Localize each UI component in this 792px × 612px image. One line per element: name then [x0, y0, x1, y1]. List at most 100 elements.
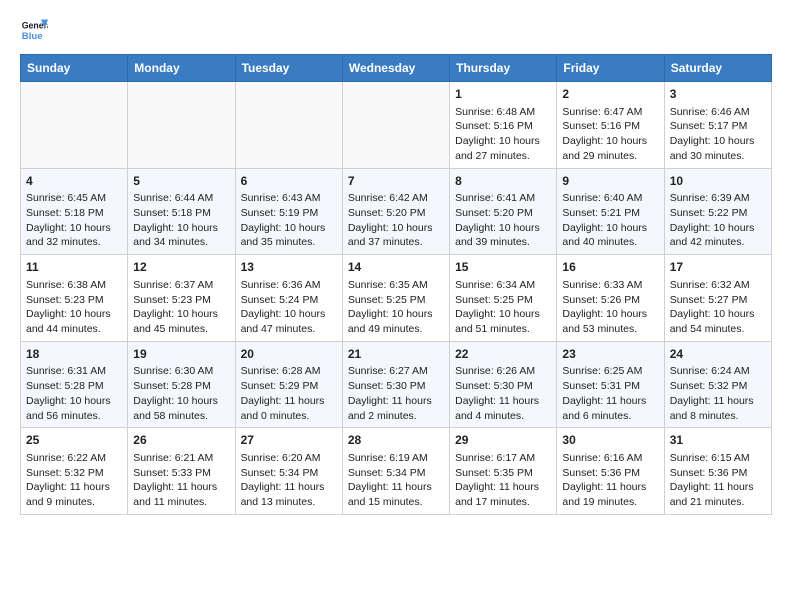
day-number: 18 [26, 346, 122, 363]
header-friday: Friday [557, 55, 664, 82]
day-info: Sunrise: 6:46 AM Sunset: 5:17 PM Dayligh… [670, 105, 766, 164]
day-info: Sunrise: 6:17 AM Sunset: 5:35 PM Dayligh… [455, 451, 551, 510]
calendar-cell: 30 Sunrise: 6:16 AM Sunset: 5:36 PM Dayli… [557, 428, 664, 515]
day-number: 17 [670, 259, 766, 276]
day-info: Sunrise: 6:27 AM Sunset: 5:30 PM Dayligh… [348, 364, 444, 423]
day-info: Sunrise: 6:32 AM Sunset: 5:27 PM Dayligh… [670, 278, 766, 337]
header-sunday: Sunday [21, 55, 128, 82]
calendar-cell [128, 82, 235, 169]
day-info: Sunrise: 6:30 AM Sunset: 5:28 PM Dayligh… [133, 364, 229, 423]
calendar-cell: 3 Sunrise: 6:46 AM Sunset: 5:17 PM Daylig… [664, 82, 771, 169]
day-number: 29 [455, 432, 551, 449]
day-info: Sunrise: 6:19 AM Sunset: 5:34 PM Dayligh… [348, 451, 444, 510]
calendar-week-row: 1 Sunrise: 6:48 AM Sunset: 5:16 PM Daylig… [21, 82, 772, 169]
header-wednesday: Wednesday [342, 55, 449, 82]
day-info: Sunrise: 6:43 AM Sunset: 5:19 PM Dayligh… [241, 191, 337, 250]
day-info: Sunrise: 6:34 AM Sunset: 5:25 PM Dayligh… [455, 278, 551, 337]
calendar-cell: 16 Sunrise: 6:33 AM Sunset: 5:26 PM Dayli… [557, 255, 664, 342]
day-info: Sunrise: 6:38 AM Sunset: 5:23 PM Dayligh… [26, 278, 122, 337]
calendar-cell: 28 Sunrise: 6:19 AM Sunset: 5:34 PM Dayli… [342, 428, 449, 515]
day-info: Sunrise: 6:36 AM Sunset: 5:24 PM Dayligh… [241, 278, 337, 337]
day-number: 9 [562, 173, 658, 190]
calendar-cell: 26Sunrise: 6:21 AM Sunset: 5:33 PM Dayli… [128, 428, 235, 515]
day-number: 26 [133, 432, 229, 449]
day-number: 5 [133, 173, 229, 190]
day-number: 7 [348, 173, 444, 190]
day-info: Sunrise: 6:48 AM Sunset: 5:16 PM Dayligh… [455, 105, 551, 164]
day-info: Sunrise: 6:39 AM Sunset: 5:22 PM Dayligh… [670, 191, 766, 250]
day-number: 12 [133, 259, 229, 276]
day-number: 19 [133, 346, 229, 363]
calendar-cell: 18Sunrise: 6:31 AM Sunset: 5:28 PM Dayli… [21, 341, 128, 428]
header: General Blue [20, 16, 772, 44]
calendar-cell: 12 Sunrise: 6:37 AM Sunset: 5:23 PM Dayli… [128, 255, 235, 342]
day-number: 3 [670, 86, 766, 103]
day-info: Sunrise: 6:28 AM Sunset: 5:29 PM Dayligh… [241, 364, 337, 423]
calendar-cell: 15 Sunrise: 6:34 AM Sunset: 5:25 PM Dayli… [450, 255, 557, 342]
calendar-cell: 23Sunrise: 6:25 AM Sunset: 5:31 PM Dayli… [557, 341, 664, 428]
day-number: 24 [670, 346, 766, 363]
logo-icon: General Blue [20, 16, 48, 44]
day-number: 10 [670, 173, 766, 190]
day-number: 4 [26, 173, 122, 190]
calendar-cell: 10Sunrise: 6:39 AM Sunset: 5:22 PM Dayli… [664, 168, 771, 255]
calendar-week-row: 11 Sunrise: 6:38 AM Sunset: 5:23 PM Dayli… [21, 255, 772, 342]
calendar-cell [21, 82, 128, 169]
calendar-cell: 21Sunrise: 6:27 AM Sunset: 5:30 PM Dayli… [342, 341, 449, 428]
day-info: Sunrise: 6:15 AM Sunset: 5:36 PM Dayligh… [670, 451, 766, 510]
day-number: 14 [348, 259, 444, 276]
day-number: 16 [562, 259, 658, 276]
day-info: Sunrise: 6:44 AM Sunset: 5:18 PM Dayligh… [133, 191, 229, 250]
day-number: 15 [455, 259, 551, 276]
day-info: Sunrise: 6:24 AM Sunset: 5:32 PM Dayligh… [670, 364, 766, 423]
calendar-cell: 19Sunrise: 6:30 AM Sunset: 5:28 PM Dayli… [128, 341, 235, 428]
header-saturday: Saturday [664, 55, 771, 82]
day-number: 2 [562, 86, 658, 103]
calendar-header-row: SundayMondayTuesdayWednesdayThursdayFrid… [21, 55, 772, 82]
day-number: 8 [455, 173, 551, 190]
day-number: 22 [455, 346, 551, 363]
calendar-cell: 29 Sunrise: 6:17 AM Sunset: 5:35 PM Dayli… [450, 428, 557, 515]
calendar-cell: 7Sunrise: 6:42 AM Sunset: 5:20 PM Daylig… [342, 168, 449, 255]
day-number: 28 [348, 432, 444, 449]
logo: General Blue [20, 16, 52, 44]
day-info: Sunrise: 6:20 AM Sunset: 5:34 PM Dayligh… [241, 451, 337, 510]
day-number: 31 [670, 432, 766, 449]
calendar-cell: 2Sunrise: 6:47 AM Sunset: 5:16 PM Daylig… [557, 82, 664, 169]
day-info: Sunrise: 6:40 AM Sunset: 5:21 PM Dayligh… [562, 191, 658, 250]
day-info: Sunrise: 6:42 AM Sunset: 5:20 PM Dayligh… [348, 191, 444, 250]
calendar-week-row: 4Sunrise: 6:45 AM Sunset: 5:18 PM Daylig… [21, 168, 772, 255]
day-info: Sunrise: 6:33 AM Sunset: 5:26 PM Dayligh… [562, 278, 658, 337]
day-number: 11 [26, 259, 122, 276]
day-number: 1 [455, 86, 551, 103]
calendar-cell: 24Sunrise: 6:24 AM Sunset: 5:32 PM Dayli… [664, 341, 771, 428]
day-info: Sunrise: 6:16 AM Sunset: 5:36 PM Dayligh… [562, 451, 658, 510]
svg-text:Blue: Blue [22, 31, 43, 42]
day-number: 30 [562, 432, 658, 449]
day-info: Sunrise: 6:26 AM Sunset: 5:30 PM Dayligh… [455, 364, 551, 423]
day-info: Sunrise: 6:31 AM Sunset: 5:28 PM Dayligh… [26, 364, 122, 423]
calendar-table: SundayMondayTuesdayWednesdayThursdayFrid… [20, 54, 772, 515]
day-info: Sunrise: 6:35 AM Sunset: 5:25 PM Dayligh… [348, 278, 444, 337]
day-number: 23 [562, 346, 658, 363]
day-number: 27 [241, 432, 337, 449]
header-thursday: Thursday [450, 55, 557, 82]
calendar-cell: 27 Sunrise: 6:20 AM Sunset: 5:34 PM Dayli… [235, 428, 342, 515]
calendar-cell: 13Sunrise: 6:36 AM Sunset: 5:24 PM Dayli… [235, 255, 342, 342]
calendar-cell [342, 82, 449, 169]
calendar-cell: 8Sunrise: 6:41 AM Sunset: 5:20 PM Daylig… [450, 168, 557, 255]
day-info: Sunrise: 6:41 AM Sunset: 5:20 PM Dayligh… [455, 191, 551, 250]
calendar-cell: 5Sunrise: 6:44 AM Sunset: 5:18 PM Daylig… [128, 168, 235, 255]
header-tuesday: Tuesday [235, 55, 342, 82]
calendar-week-row: 18Sunrise: 6:31 AM Sunset: 5:28 PM Dayli… [21, 341, 772, 428]
calendar-cell [235, 82, 342, 169]
calendar-cell: 11 Sunrise: 6:38 AM Sunset: 5:23 PM Dayli… [21, 255, 128, 342]
calendar-week-row: 25Sunrise: 6:22 AM Sunset: 5:32 PM Dayli… [21, 428, 772, 515]
day-info: Sunrise: 6:37 AM Sunset: 5:23 PM Dayligh… [133, 278, 229, 337]
calendar-cell: 14 Sunrise: 6:35 AM Sunset: 5:25 PM Dayli… [342, 255, 449, 342]
calendar-cell: 20Sunrise: 6:28 AM Sunset: 5:29 PM Dayli… [235, 341, 342, 428]
day-info: Sunrise: 6:45 AM Sunset: 5:18 PM Dayligh… [26, 191, 122, 250]
day-number: 20 [241, 346, 337, 363]
day-info: Sunrise: 6:25 AM Sunset: 5:31 PM Dayligh… [562, 364, 658, 423]
day-info: Sunrise: 6:22 AM Sunset: 5:32 PM Dayligh… [26, 451, 122, 510]
